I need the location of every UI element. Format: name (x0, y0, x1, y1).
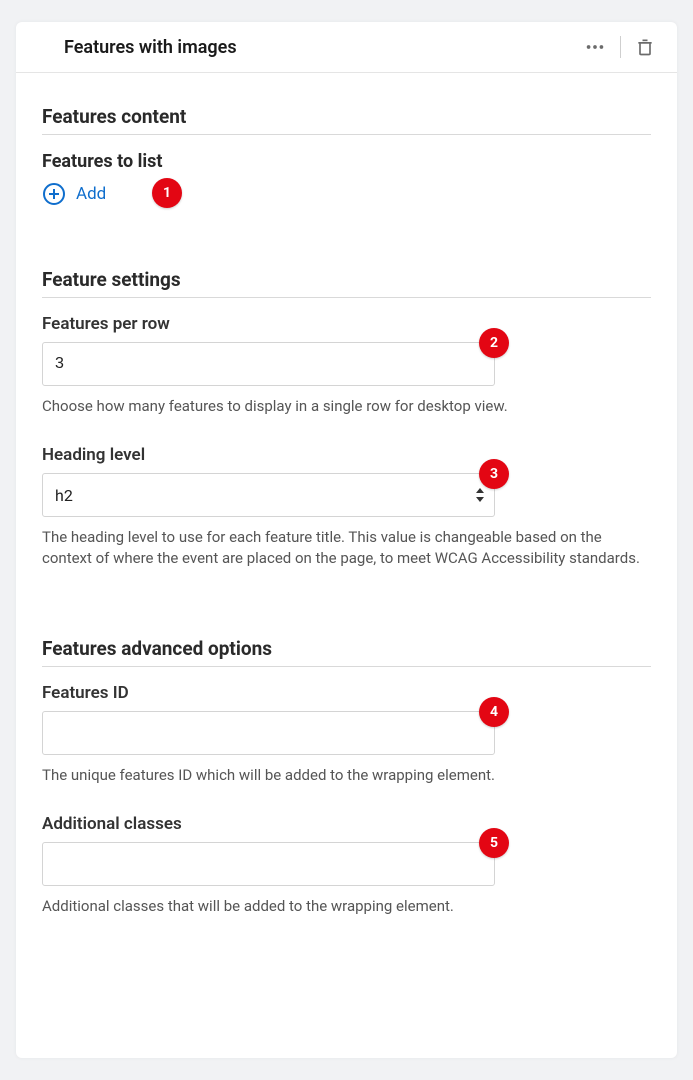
divider (42, 134, 651, 135)
panel-title: Features with images (64, 37, 584, 58)
add-feature-button[interactable]: Add (42, 182, 106, 206)
features-per-row-help: Choose how many features to display in a… (42, 396, 651, 417)
features-per-row-label: Features per row (42, 314, 651, 334)
features-panel: Features with images Features content (16, 22, 677, 1058)
features-id-help: The unique features ID which will be add… (42, 765, 651, 786)
features-id-label: Features ID (42, 683, 651, 703)
plus-circle-icon (42, 182, 66, 206)
field-additional-classes: Additional classes 5 Additional classes … (42, 814, 651, 917)
heading-level-value: h2 (55, 486, 73, 505)
panel-header: Features with images (16, 22, 677, 73)
section-feature-settings-title: Feature settings (42, 268, 651, 291)
field-heading-level: Heading level h2 3 The heading level to … (42, 445, 651, 569)
annotation-badge: 5 (479, 828, 509, 858)
annotation-badge: 2 (479, 328, 509, 358)
heading-level-select[interactable]: h2 (42, 473, 495, 517)
annotation-badge: 3 (479, 459, 509, 489)
heading-level-help: The heading level to use for each featur… (42, 527, 651, 569)
additional-classes-help: Additional classes that will be added to… (42, 896, 651, 917)
annotation-badge: 1 (152, 178, 182, 208)
more-options-icon[interactable] (584, 36, 606, 58)
add-feature-label: Add (76, 184, 106, 204)
field-features-id: Features ID 4 The unique features ID whi… (42, 683, 651, 786)
divider (42, 666, 651, 667)
features-to-list-heading: Features to list (42, 151, 651, 172)
field-features-per-row: Features per row 2 Choose how many featu… (42, 314, 651, 417)
section-advanced-title: Features advanced options (42, 637, 651, 660)
features-id-input[interactable] (42, 711, 495, 755)
heading-level-label: Heading level (42, 445, 651, 465)
additional-classes-label: Additional classes (42, 814, 651, 834)
divider (620, 36, 621, 58)
additional-classes-input[interactable] (42, 842, 495, 886)
divider (42, 297, 651, 298)
delete-icon[interactable] (635, 36, 655, 58)
features-per-row-input[interactable] (42, 342, 495, 386)
annotation-badge: 4 (479, 697, 509, 727)
section-features-content-title: Features content (42, 105, 651, 128)
